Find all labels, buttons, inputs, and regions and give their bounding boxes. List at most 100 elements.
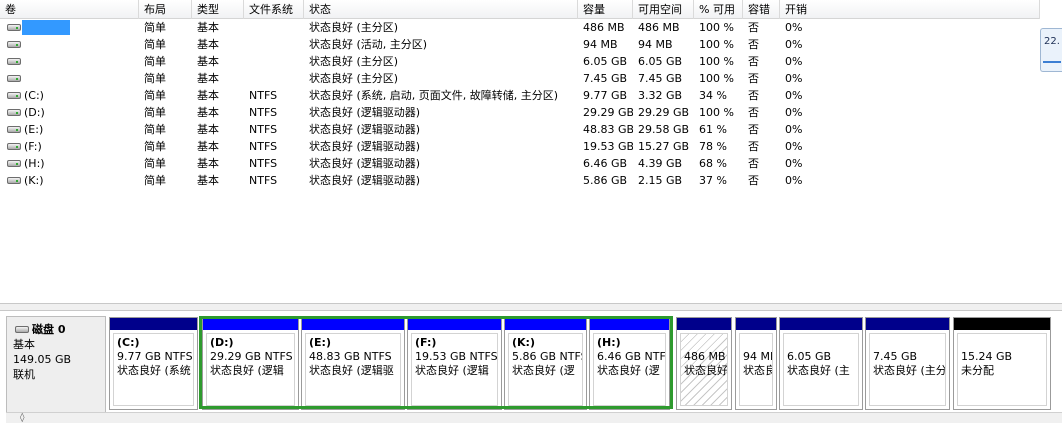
column-header-percent-free[interactable]: % 可用 <box>694 0 743 19</box>
volume-row[interactable]: (D:) 简单 基本 NTFS 状态良好 (逻辑驱动器) 29.29 GB 29.29 GB… <box>0 104 1040 121</box>
partition-block[interactable]: (D:) 29.29 GB NTFS 状态良好 (逻辑 <box>202 317 299 410</box>
pane-splitter[interactable] <box>0 303 1062 311</box>
column-header-status[interactable]: 状态 <box>304 0 578 19</box>
partition-block[interactable]: (F:) 19.53 GB NTFS 状态良好 (逻辑 <box>407 317 502 410</box>
volume-row[interactable]: (K:) 简单 基本 NTFS 状态良好 (逻辑驱动器) 5.86 GB 2.15 GB 37… <box>0 172 1040 189</box>
column-header-capacity[interactable]: 容量 <box>578 0 633 19</box>
partition-status: 未分配 <box>961 364 994 377</box>
volume-drive-icon <box>7 160 21 167</box>
volume-drive-icon <box>7 58 21 65</box>
partition-block[interactable]: 6.05 GB 状态良好 (主 <box>779 317 863 410</box>
volume-row[interactable]: 简单 基本 状态良好 (主分区) 6.05 GB 6.05 GB 100 % 否 0% <box>0 53 1040 70</box>
column-header-fault-tolerance[interactable]: 容错 <box>743 0 780 19</box>
column-header-filesystem[interactable]: 文件系统 <box>244 0 304 19</box>
volume-cell-free: 7.45 GB <box>638 72 683 85</box>
volume-cell-fault: 否 <box>748 72 759 85</box>
volume-row[interactable]: (F:) 简单 基本 NTFS 状态良好 (逻辑驱动器) 19.53 GB 15.27 GB… <box>0 138 1040 155</box>
volume-cell-pct: 100 % <box>699 72 734 85</box>
column-header-free-space[interactable]: 可用空间 <box>633 0 694 19</box>
volume-cell-capacity: 6.05 GB <box>583 55 628 68</box>
volume-row[interactable]: (C:) 简单 基本 NTFS 状态良好 (系统, 启动, 页面文件, 故障转储, 主分… <box>0 87 1040 104</box>
partition-size: 9.77 GB NTFS <box>117 350 193 363</box>
partition-color-bar <box>203 318 298 330</box>
volume-cell-pct: 100 % <box>699 21 734 34</box>
volume-cell-fs <box>244 36 304 53</box>
volume-cell-free: 486 MB <box>638 21 680 34</box>
partition-body: 15.24 GB 未分配 <box>957 333 1047 406</box>
volume-cell-overhead: 0% <box>785 21 803 34</box>
column-header-layout[interactable]: 布局 <box>139 0 192 19</box>
disk-title: 磁盘 0 <box>32 323 66 336</box>
partition-color-bar <box>866 318 949 330</box>
volume-cell-fault: 否 <box>748 55 759 68</box>
partition-size: 15.24 GB <box>961 350 1013 363</box>
partition-block[interactable]: (K:) 5.86 GB NTFS 状态良好 (逻 <box>504 317 587 410</box>
volume-drive-icon <box>7 75 21 82</box>
partition-block[interactable]: 15.24 GB 未分配 <box>953 317 1051 410</box>
volume-cell-fs <box>244 19 304 36</box>
volume-name: (H:) <box>24 157 45 170</box>
volume-row[interactable]: 简单 基本 状态良好 (主分区) 7.45 GB 7.45 GB 100 % 否 0% <box>0 70 1040 87</box>
volume-drive-icon <box>7 177 21 184</box>
partition-name: (D:) <box>210 336 234 349</box>
volume-list[interactable]: 卷 布局 类型 文件系统 状态 容量 可用空间 % 可用 容错 开销 简单 基本状… <box>0 0 1062 303</box>
volume-row[interactable]: 简单 基本 状态良好 (主分区) 486 MB 486 MB 100 % 否 0% <box>0 19 1040 36</box>
side-graph-label: 22. <box>1044 36 1060 47</box>
volume-row[interactable]: (H:) 简单 基本 NTFS 状态良好 (逻辑驱动器) 6.46 GB 4.39 GB 68… <box>0 155 1040 172</box>
volume-cell-fs: NTFS <box>249 123 278 136</box>
partition-size: 29.29 GB NTFS <box>210 350 293 363</box>
disk-graphical-view: 磁盘 0 基本 149.05 GB 联机 (C:) 9.77 GB NTFS 状态良… <box>0 311 1062 423</box>
volume-cell-layout: 简单 <box>144 55 166 68</box>
volume-cell-fs: NTFS <box>249 174 278 187</box>
partition-block[interactable]: (H:) 6.46 GB NTF 状态良好 (逻 <box>589 317 670 410</box>
volume-cell-free: 2.15 GB <box>638 174 683 187</box>
partition-color-bar <box>110 318 197 330</box>
disk-icon <box>15 326 29 333</box>
partition-color-bar <box>302 318 404 330</box>
partition-body: (D:) 29.29 GB NTFS 状态良好 (逻辑 <box>206 333 295 406</box>
volume-row[interactable]: 简单 基本 状态良好 (活动, 主分区) 94 MB 94 MB 100 % 否 0% <box>0 36 1040 53</box>
partition-name: (C:) <box>117 336 140 349</box>
partition-status: 状态良好 (逻辑 <box>210 364 284 377</box>
column-header-volume[interactable]: 卷 <box>0 0 139 19</box>
volume-cell-capacity: 48.83 GB <box>583 123 633 136</box>
volume-drive-icon <box>7 41 21 48</box>
cd-drive-icon: ◊ <box>20 413 25 423</box>
volume-cell-status: 状态良好 (主分区) <box>309 55 399 68</box>
column-header-type[interactable]: 类型 <box>192 0 244 19</box>
partition-name: (H:) <box>597 336 621 349</box>
volume-cell-overhead: 0% <box>785 174 803 187</box>
disk-info-panel[interactable]: 磁盘 0 基本 149.05 GB 联机 <box>6 316 106 413</box>
partition-name <box>684 336 727 350</box>
partition-block[interactable]: 486 MB 状态良好 <box>676 317 732 410</box>
volume-cell-capacity: 19.53 GB <box>583 140 633 153</box>
volume-drive-icon <box>7 109 21 116</box>
volume-rows: 简单 基本 状态良好 (主分区) 486 MB 486 MB 100 % 否 0% 简单 基本 状态… <box>0 19 1040 189</box>
partition-block[interactable]: 7.45 GB 状态良好 (主分 <box>865 317 950 410</box>
volume-cell-capacity: 9.77 GB <box>583 89 628 102</box>
partition-size: 6.46 GB NTF <box>597 350 666 363</box>
volume-cell-free: 6.05 GB <box>638 55 683 68</box>
volume-cell-fs <box>244 70 304 87</box>
partition-block[interactable]: 94 MI 状态良 <box>735 317 777 410</box>
volume-cell-type: 基本 <box>197 106 219 119</box>
column-header-overhead[interactable]: 开销 <box>780 0 1040 19</box>
volume-cell-status: 状态良好 (活动, 主分区) <box>309 38 428 51</box>
partition-block[interactable]: (C:) 9.77 GB NTFS 状态良好 (系统 <box>109 317 198 410</box>
volume-cell-free: 29.58 GB <box>638 123 690 136</box>
volume-cell-status: 状态良好 (逻辑驱动器) <box>309 157 421 170</box>
partition-name <box>873 336 945 350</box>
volume-cell-overhead: 0% <box>785 157 803 170</box>
volume-row[interactable]: (E:) 简单 基本 NTFS 状态良好 (逻辑驱动器) 48.83 GB 29.58 GB… <box>0 121 1040 138</box>
partition-block[interactable]: (E:) 48.83 GB NTFS 状态良好 (逻辑驱 <box>301 317 405 410</box>
partition-color-bar <box>736 318 776 330</box>
partition-body: 6.05 GB 状态良好 (主 <box>783 333 859 406</box>
volume-cell-layout: 简单 <box>144 72 166 85</box>
volume-name: (E:) <box>24 123 44 136</box>
partition-body: (C:) 9.77 GB NTFS 状态良好 (系统 <box>113 333 194 406</box>
side-graph-widget[interactable]: 22. <box>1040 28 1062 72</box>
volume-cell-pct: 100 % <box>699 55 734 68</box>
volume-cell-fault: 否 <box>748 174 759 187</box>
volume-cell-status: 状态良好 (逻辑驱动器) <box>309 140 421 153</box>
volume-cell-type: 基本 <box>197 157 219 170</box>
